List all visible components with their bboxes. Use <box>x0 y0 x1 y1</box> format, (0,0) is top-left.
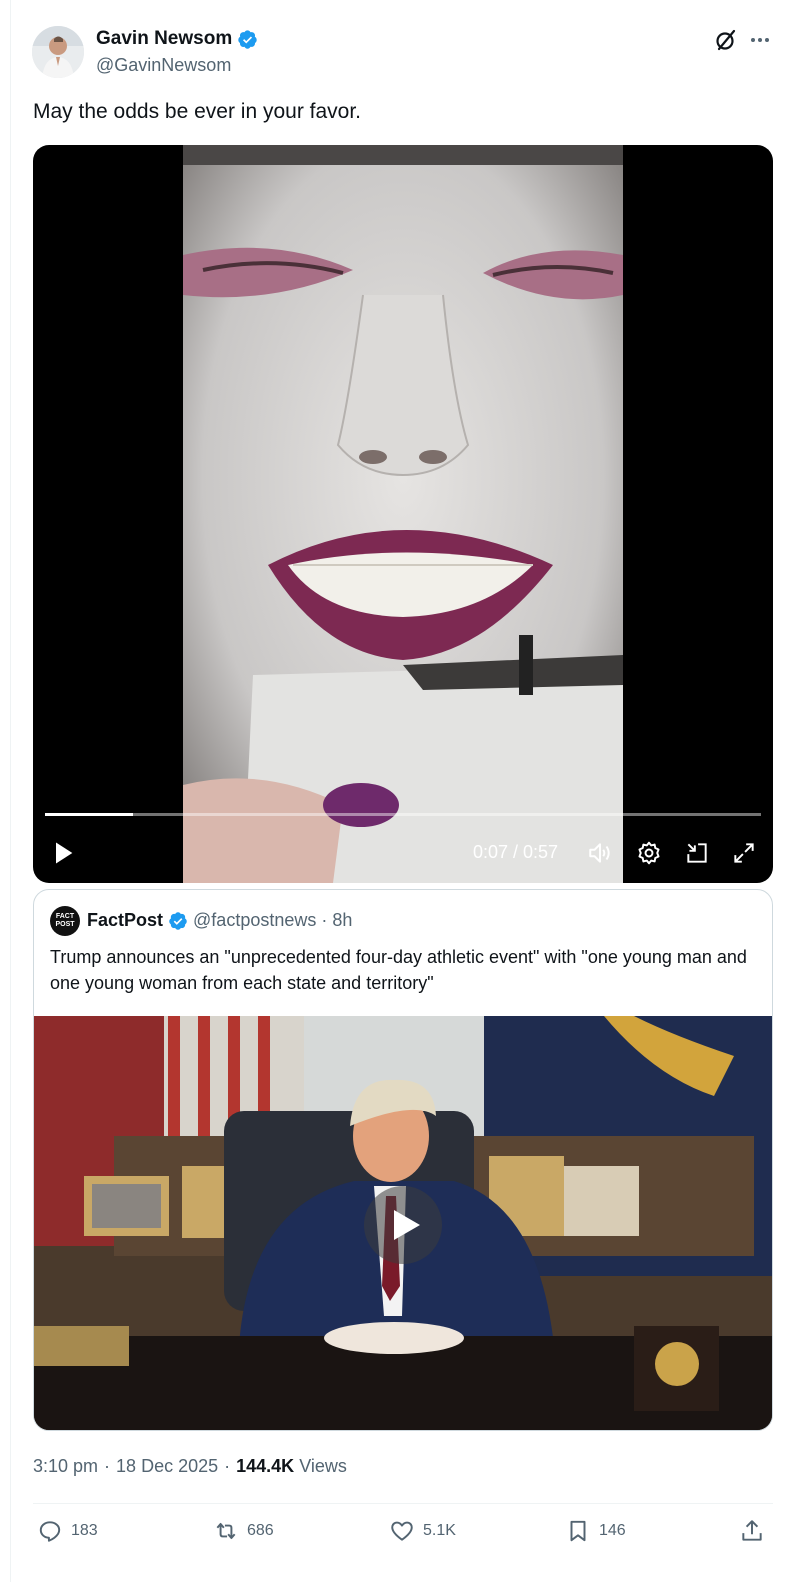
quoted-handle[interactable]: @factpostnews <box>193 910 316 931</box>
settings-icon[interactable] <box>636 840 662 866</box>
video-time: 0:07 / 0:57 <box>473 842 559 862</box>
grok-icon[interactable] <box>714 28 738 52</box>
repost-icon <box>216 1522 236 1540</box>
quoted-play-button[interactable] <box>364 1186 442 1264</box>
divider <box>33 1503 773 1504</box>
reply-count: 183 <box>71 1522 98 1539</box>
quoted-video-thumbnail[interactable] <box>34 1016 772 1430</box>
repost-button[interactable]: 686 <box>213 1518 274 1544</box>
reply-icon <box>39 1521 61 1542</box>
author-handle[interactable]: @GavinNewsom <box>96 55 231 76</box>
bookmark-count: 146 <box>599 1522 626 1539</box>
quoted-display-name[interactable]: FactPost <box>87 910 163 931</box>
tweet-date[interactable]: 18 Dec 2025 <box>116 1456 218 1477</box>
like-count: 5.1K <box>423 1522 456 1539</box>
repost-count: 686 <box>247 1522 274 1539</box>
like-button[interactable]: 5.1K <box>389 1518 456 1544</box>
play-icon <box>394 1210 420 1240</box>
heart-icon <box>391 1521 413 1541</box>
author-display-name[interactable]: Gavin Newsom <box>96 28 232 50</box>
separator-dot: · <box>104 1456 111 1476</box>
tweet-meta: 3:10 pm · 18 Dec 2025 · 144.4K Views <box>33 1456 347 1477</box>
picture-in-picture-icon[interactable] <box>684 840 710 866</box>
timeline-border <box>10 0 11 1582</box>
share-icon <box>742 1520 762 1541</box>
video-player[interactable]: 0:07 / 0:57 <box>33 145 773 883</box>
action-bar: 183 686 5.1K 146 <box>33 1518 773 1554</box>
video-progress-bar[interactable] <box>45 813 761 816</box>
views-label: Views <box>299 1456 347 1476</box>
reply-button[interactable]: 183 <box>37 1518 98 1544</box>
quoted-text: Trump announces an "unprecedented four-d… <box>50 947 747 993</box>
quoted-timestamp[interactable]: 8h <box>332 910 352 931</box>
more-options-icon[interactable] <box>748 28 772 52</box>
play-icon[interactable] <box>49 839 77 867</box>
fullscreen-icon[interactable] <box>731 840 757 866</box>
quoted-avatar[interactable]: FACT POST <box>50 906 80 936</box>
verified-badge-icon <box>169 911 187 930</box>
separator-dot: · <box>321 910 328 930</box>
tweet-time[interactable]: 3:10 pm <box>33 1456 98 1477</box>
views-count: 144.4K <box>236 1456 295 1476</box>
volume-icon[interactable] <box>587 840 613 866</box>
bookmark-button[interactable]: 146 <box>565 1518 626 1544</box>
share-button[interactable] <box>739 1518 765 1544</box>
video-progress-fill <box>45 813 134 816</box>
separator-dot: · <box>224 1456 231 1476</box>
bookmark-icon <box>570 1520 586 1542</box>
quoted-post-card[interactable]: FACT POST FactPost @factpostnews · 8h Tr… <box>33 889 773 1431</box>
verified-badge-icon <box>238 29 257 49</box>
tweet-text: May the odds be ever in your favor. <box>33 100 362 123</box>
video-frame <box>183 145 623 883</box>
author-avatar[interactable] <box>32 26 84 78</box>
